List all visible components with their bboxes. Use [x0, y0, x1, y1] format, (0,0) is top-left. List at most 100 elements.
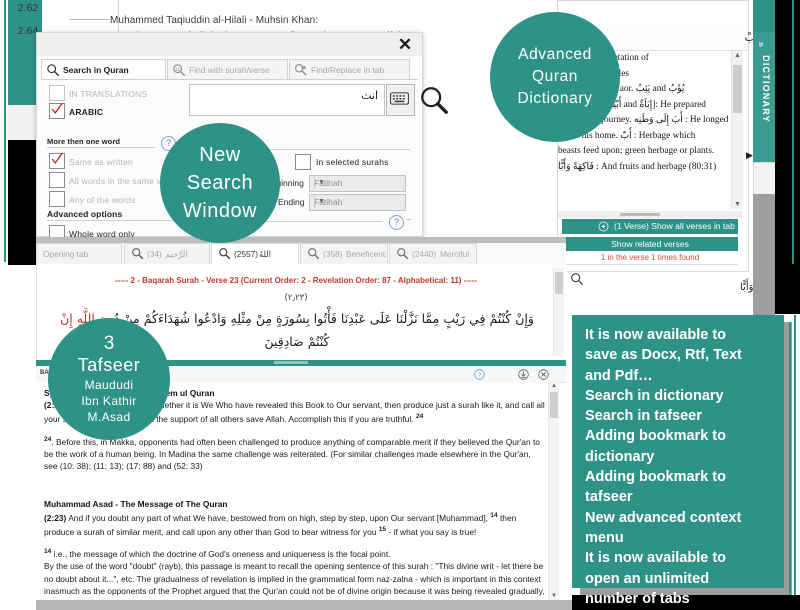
callout-tafseer: 3 Tafseer Maududi Ibn Kathir M.Asad [48, 318, 170, 440]
tab-search-beneficent[interactable]: (358) Beneficent [300, 243, 388, 264]
magnifier-icon [132, 248, 144, 260]
feature-line: save as Docx, Rtf, Text [585, 347, 742, 364]
splitter-grip[interactable] [274, 361, 308, 364]
close-icon[interactable]: ✕ [396, 36, 414, 54]
question-icon[interactable]: ? [474, 369, 485, 380]
callout-line: Quran [531, 68, 579, 85]
checkbox-any-of-the-words[interactable] [49, 191, 65, 207]
tab-label: اللهُ [259, 249, 272, 259]
help-icon[interactable]: ? [389, 215, 404, 230]
splitter-grip[interactable] [620, 213, 660, 216]
section-rule [47, 220, 176, 221]
feature-line: Adding bookmark to [585, 469, 726, 486]
tab-count: (2557) [234, 249, 258, 259]
feature-line: It is now available to [585, 327, 727, 343]
scroll-down-icon[interactable]: ▼ [551, 593, 557, 599]
scroll-up-icon[interactable]: ▲ [734, 52, 741, 59]
back-arrow-icon [598, 221, 609, 232]
dictionary-scrollbar[interactable]: ▲ ▼ [731, 51, 743, 209]
callout-line: Search [186, 172, 254, 194]
tafseer-scrollbar[interactable]: ▲ ▼ [548, 382, 559, 600]
search-input[interactable]: انث [189, 84, 385, 116]
section-rule [47, 147, 155, 148]
feature-line: Search in tafseer [585, 408, 702, 425]
tab-find-replace-in-tab[interactable]: Find/Replace in tab [289, 59, 410, 79]
show-related-verses-button[interactable]: Show related verses [562, 237, 738, 251]
feature-line: Search in dictionary [585, 387, 724, 404]
feature-accent-line [794, 315, 796, 610]
show-all-verses-button[interactable]: (1 Verse) Show all verses in tab [562, 219, 738, 234]
tab-count: (2440) [412, 249, 436, 259]
right-black-edge [775, 0, 800, 264]
feature-line: number of tabs [585, 590, 690, 607]
tab-opening[interactable]: Opening tab [36, 243, 122, 264]
magnifier-icon [47, 64, 60, 77]
tafseer-title: Muhammad Asad - The Message of The Quran [44, 498, 228, 509]
dictionary-splitter[interactable] [558, 211, 742, 218]
more-than-one-word-title: More then one word [47, 137, 121, 146]
tab-search-allah[interactable]: (2557) اللهُ [211, 243, 299, 264]
magnifier-icon[interactable] [570, 272, 584, 286]
feature-line: and Pdf… [585, 367, 653, 384]
ayah-text-part2: كُنْتُمْ صَادِقِينَ [264, 334, 330, 349]
found-count-text: 1 in the verse 1 times found [600, 253, 700, 262]
search-button[interactable] [419, 85, 449, 115]
feature-line: dictionary [585, 448, 655, 465]
tab-find-with-surah-verse-number[interactable]: 12 Find with surah/verse nu... [167, 59, 288, 95]
tab-search-merciful[interactable]: (2440) Merciful [389, 243, 477, 264]
callout-name: Maududi [84, 377, 134, 392]
tafseer-footnote-marker: 24 [415, 413, 424, 421]
expand-arrow-icon[interactable]: ▶ [746, 150, 753, 161]
feature-line: Adding bookmark to [585, 428, 726, 445]
tafseer-note-text: i.e., the message of which the doctrine … [51, 548, 391, 559]
tab-search-in-quran[interactable]: Search in Quran [41, 59, 166, 79]
checkbox-in-selected-surahs[interactable] [295, 154, 311, 170]
ayah-text-part1: وَإِنْ كُنْتُمْ فِي رَيْبٍ مِمَّا نَزَّل… [94, 311, 534, 326]
dialog-tabstrip: Search in Quran 12 Find with surah/verse… [41, 59, 418, 95]
keyboard-icon [390, 92, 409, 105]
tafseer-verse-ref: (2:23) [44, 512, 67, 523]
tab-label: Beneficent [346, 249, 386, 259]
show-all-verses-label: (1 Verse) Show all verses in tab [614, 221, 735, 231]
tab-search-raheem[interactable]: (34) الرَّحيم [124, 243, 210, 264]
tafseer-paragraph: (2:23) And if you doubt any part of what… [44, 510, 558, 538]
checkbox-same-as-written-label: Same as written [69, 157, 133, 167]
callout-line: Dictionary [517, 90, 593, 107]
advanced-options-title: Advanced options [47, 209, 123, 219]
scrollbar-thumb[interactable] [550, 392, 558, 418]
dictionary-side-tab-label: DICTIONARY [761, 55, 771, 123]
dictionary-separator [562, 264, 738, 265]
download-icon[interactable] [518, 369, 529, 380]
quran-scrollbar[interactable] [553, 268, 564, 356]
section-dash: – [406, 214, 412, 224]
svg-text:12: 12 [175, 67, 180, 72]
checkbox-arabic[interactable] [49, 102, 65, 119]
chevron-down-icon[interactable]: ▼ [314, 176, 328, 189]
scroll-up-icon[interactable]: ▲ [551, 383, 557, 389]
close-circle-icon[interactable] [538, 369, 549, 380]
checkbox-same-as-written[interactable] [49, 152, 65, 169]
tafseer-note-text: . Before this, in Makka, opponents had o… [44, 436, 540, 472]
chevron-down-icon[interactable]: ▼ [314, 195, 328, 208]
tafseer-text: And if you doubt any part of what We hav… [66, 512, 491, 523]
left-accent-divider [4, 0, 6, 262]
feature-line: New advanced context [585, 509, 742, 526]
checkbox-all-words-same-verse[interactable] [49, 172, 65, 188]
callout-name: Ibn Kathir [81, 393, 137, 408]
callout-line: Window [182, 200, 258, 222]
verse-number[interactable]: 2.62 [0, 2, 56, 14]
surah-header: ----- 2 - Baqarah Surah - Verse 23 (Curr… [114, 276, 477, 285]
checkbox-in-translations[interactable] [49, 85, 65, 101]
scroll-down-icon[interactable]: ▼ [734, 201, 741, 208]
tab-count: (34) [147, 249, 162, 259]
beginning-select[interactable]: Fatihah ▼ [309, 175, 406, 192]
magnifier-replace-icon [295, 64, 307, 76]
scrollbar-thumb[interactable] [555, 272, 563, 294]
dictionary-entry-line: beasts feed upon; green herbage or plant… [558, 146, 715, 156]
ending-select[interactable]: Fatihah ▼ [309, 194, 406, 211]
dialog-titlebar [37, 33, 422, 56]
feature-accent-line-2 [789, 322, 791, 610]
check-icon [51, 152, 63, 165]
scrollbar-thumb[interactable] [733, 65, 742, 113]
checkbox-in-selected-surahs-label: In selected surahs [316, 157, 389, 167]
